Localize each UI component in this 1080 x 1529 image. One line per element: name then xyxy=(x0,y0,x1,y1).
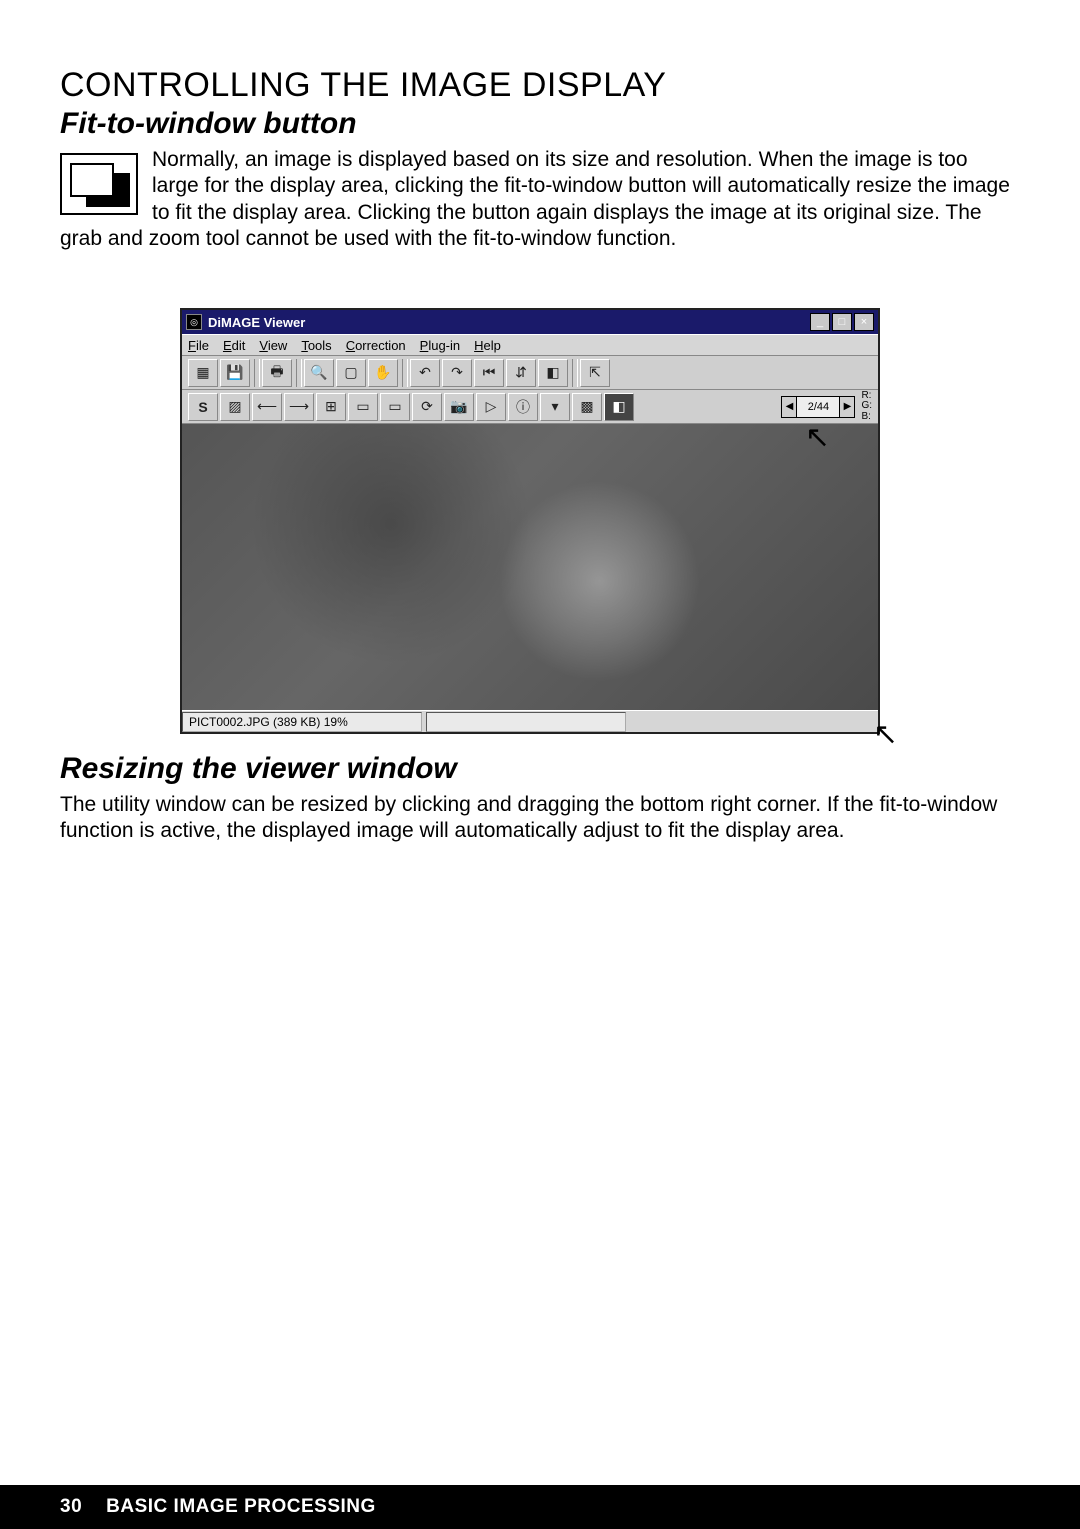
first-icon[interactable]: ⏮ xyxy=(474,359,504,387)
levels-right-icon[interactable]: ⟶ xyxy=(284,393,314,421)
menubar: File Edit View Tools Correction Plug-in … xyxy=(182,334,878,356)
page-number: 30 xyxy=(60,1496,82,1518)
app-icon: ◎ xyxy=(186,314,202,330)
fit-heading: Fit-to-window button xyxy=(60,107,1020,141)
rgb-b: B: xyxy=(861,412,872,423)
titlebar: ◎ DiMAGE Viewer _ □ × xyxy=(182,310,878,334)
maximize-button[interactable]: □ xyxy=(832,313,852,331)
export-icon[interactable]: ⇱ xyxy=(580,359,610,387)
camera-icon[interactable]: 📷 xyxy=(444,393,474,421)
zoom-icon[interactable]: 🔍 xyxy=(304,359,334,387)
image-nav: ◀ 2/44 ▶ R: G: B: xyxy=(781,394,872,420)
screenshot: ◎ DiMAGE Viewer _ □ × File Edit View Too… xyxy=(180,308,880,734)
adjust-icon[interactable]: ◧ xyxy=(538,359,568,387)
rgb-readout: R: G: B: xyxy=(861,391,872,423)
menu-file[interactable]: File xyxy=(188,338,209,353)
levels-left-icon[interactable]: ⟵ xyxy=(252,393,282,421)
app-window: ◎ DiMAGE Viewer _ □ × File Edit View Too… xyxy=(180,308,880,734)
sharpen-icon[interactable]: S xyxy=(188,393,218,421)
dropdown-icon[interactable]: ▾ xyxy=(540,393,570,421)
window-title: DiMAGE Viewer xyxy=(208,315,305,330)
page-footer: 30 BASIC IMAGE PROCESSING xyxy=(0,1485,1080,1529)
menu-view[interactable]: View xyxy=(259,338,287,353)
menu-help[interactable]: Help xyxy=(474,338,501,353)
image-viewport[interactable] xyxy=(182,424,878,710)
info-icon[interactable]: ⓘ xyxy=(508,393,538,421)
fit-to-window-button[interactable]: ◧ xyxy=(604,393,634,421)
next-image-button[interactable]: ▶ xyxy=(839,396,855,418)
menu-tools[interactable]: Tools xyxy=(301,338,331,353)
save-icon[interactable]: 💾 xyxy=(220,359,250,387)
undo-icon[interactable]: ↶ xyxy=(410,359,440,387)
prev-image-button[interactable]: ◀ xyxy=(781,396,797,418)
resize-heading: Resizing the viewer window xyxy=(60,752,1020,786)
close-button[interactable]: × xyxy=(854,313,874,331)
print-icon[interactable]: 🖶 xyxy=(262,359,292,387)
status-empty xyxy=(426,712,626,732)
status-text: PICT0002.JPG (389 KB) 19% xyxy=(182,712,422,732)
image-counter: 2/44 xyxy=(797,396,839,418)
slideshow-icon[interactable]: ▷ xyxy=(476,393,506,421)
chapter-title: BASIC IMAGE PROCESSING xyxy=(106,1496,376,1518)
menu-plugin[interactable]: Plug-in xyxy=(420,338,460,353)
rotate-icon[interactable]: ⟳ xyxy=(412,393,442,421)
menu-correction[interactable]: Correction xyxy=(346,338,406,353)
minimize-button[interactable]: _ xyxy=(810,313,830,331)
hand-icon[interactable]: ✋ xyxy=(368,359,398,387)
fit-to-window-icon xyxy=(60,153,138,215)
frame-b-icon[interactable]: ▭ xyxy=(380,393,410,421)
resize-body: The utility window can be resized by cli… xyxy=(60,792,1020,845)
frame-a-icon[interactable]: ▭ xyxy=(348,393,378,421)
section-title: CONTROLLING THE IMAGE DISPLAY xyxy=(60,66,1020,105)
toolbar-2: S ▨ ⟵ ⟶ ⊞ ▭ ▭ ⟳ 📷 ▷ ⓘ ▾ ▩ ◧ ◀ 2/44 ▶ xyxy=(182,390,878,424)
curves-icon[interactable]: ▨ xyxy=(220,393,250,421)
marquee-icon[interactable]: ▢ xyxy=(336,359,366,387)
color-icon[interactable]: ▩ xyxy=(572,393,602,421)
flip-icon[interactable]: ⇵ xyxy=(506,359,536,387)
statusbar: PICT0002.JPG (389 KB) 19% xyxy=(182,710,878,732)
fit-body: Normally, an image is displayed based on… xyxy=(60,147,1020,252)
grid-icon[interactable]: ⊞ xyxy=(316,393,346,421)
redo-icon[interactable]: ↷ xyxy=(442,359,472,387)
menu-edit[interactable]: Edit xyxy=(223,338,245,353)
toolbar-1: ▦ 💾 🖶 🔍 ▢ ✋ ↶ ↷ ⏮ ⇵ ◧ ⇱ xyxy=(182,356,878,390)
thumbnails-icon[interactable]: ▦ xyxy=(188,359,218,387)
